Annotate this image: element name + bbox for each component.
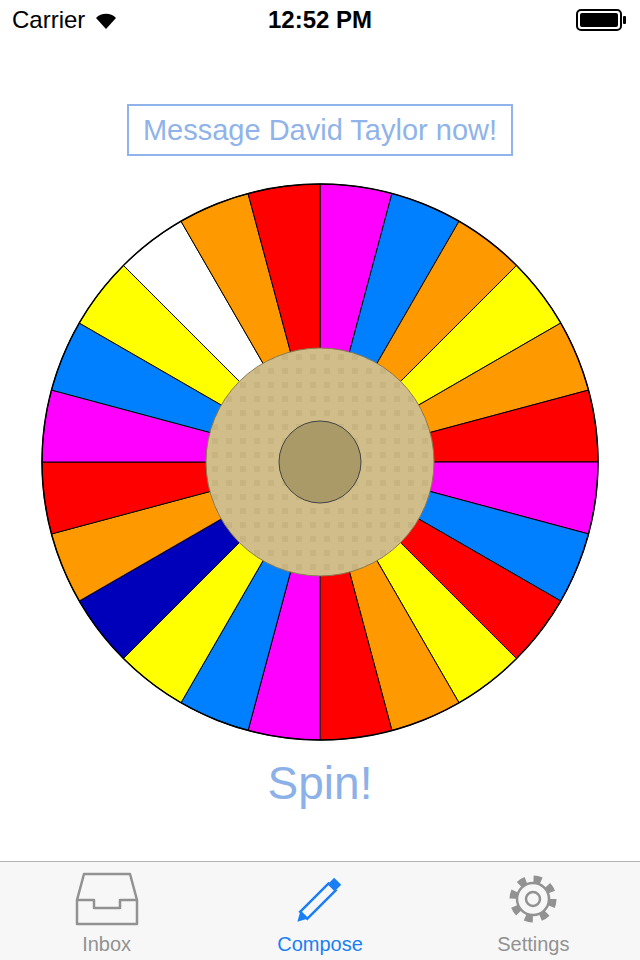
spin-button[interactable]: Spin!	[268, 756, 373, 811]
clock: 12:52 PM	[268, 2, 372, 38]
carrier-label: Carrier	[12, 2, 85, 38]
wifi-icon	[93, 10, 119, 30]
screen: Carrier 12:52 PM Message David Taylor no…	[0, 0, 640, 960]
tab-label: Inbox	[82, 932, 131, 956]
battery-icon	[576, 9, 628, 31]
tab[interactable]: Settings	[427, 862, 640, 960]
prize-wheel[interactable]	[40, 182, 600, 742]
tab[interactable]: Compose	[213, 862, 426, 960]
gear-icon	[500, 870, 566, 928]
tab-bar: Inbox Compose Settings	[0, 861, 640, 960]
tab-label: Compose	[277, 932, 363, 956]
tab-label: Settings	[497, 932, 569, 956]
inbox-icon	[74, 870, 140, 928]
status-bar: Carrier 12:52 PM	[0, 0, 640, 40]
tab[interactable]: Inbox	[0, 862, 213, 960]
message-button[interactable]: Message David Taylor now!	[127, 104, 513, 156]
pencil-icon	[287, 870, 353, 928]
